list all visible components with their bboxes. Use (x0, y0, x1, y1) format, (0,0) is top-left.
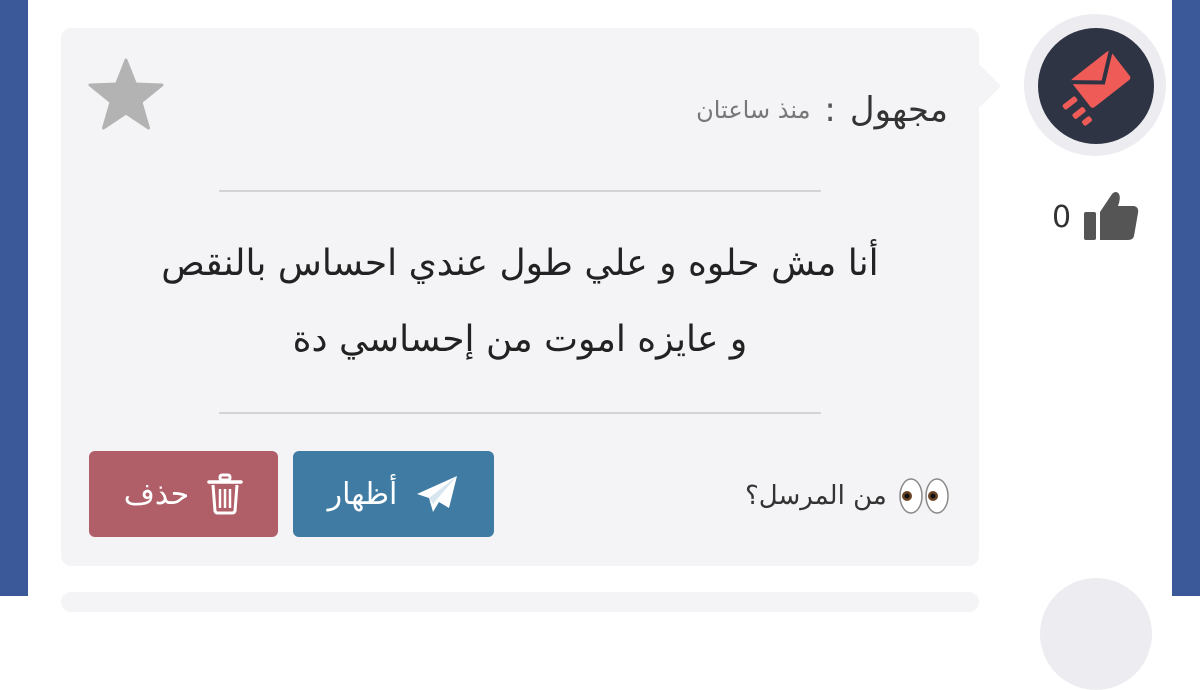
delete-button-label: حذف (123, 476, 190, 512)
like-count: 0 (1052, 200, 1072, 235)
left-frame-border (0, 0, 28, 596)
who-sent-label: من المرسل؟ (745, 481, 887, 511)
right-frame-border (1172, 0, 1200, 596)
message-header: مجهول : منذ ساعتان (696, 86, 948, 134)
envelope-logo-icon (1062, 50, 1131, 126)
delete-button[interactable]: حذف (89, 451, 278, 537)
divider-top (219, 190, 821, 192)
eyes-icon (899, 478, 949, 514)
trash-icon (207, 473, 243, 515)
message-line-1: أنا مش حلوه و علي طول عندي احساس بالنقص (161, 243, 879, 284)
avatar (1038, 28, 1154, 144)
divider-bottom (219, 412, 821, 414)
show-button-label: أظهار (327, 476, 398, 512)
star-icon[interactable] (88, 58, 164, 130)
paper-plane-icon (417, 476, 458, 512)
who-sent-prompt: 👀 من المرسل؟ (745, 471, 951, 521)
timestamp: منذ ساعتان (696, 96, 811, 124)
next-avatar (1040, 578, 1152, 690)
next-message-card (61, 592, 979, 612)
message-body: أنا مش حلوه و علي طول عندي احساس بالنقص … (95, 226, 945, 378)
show-sender-button[interactable]: أظهار (293, 451, 494, 537)
like-widget: 0 (1050, 188, 1140, 244)
sender-name: مجهول (849, 90, 948, 130)
thumbs-up-icon[interactable] (1082, 188, 1140, 244)
message-line-2: و عايزه اموت من إحساسي دة (292, 319, 748, 360)
header-separator: : (824, 90, 836, 130)
